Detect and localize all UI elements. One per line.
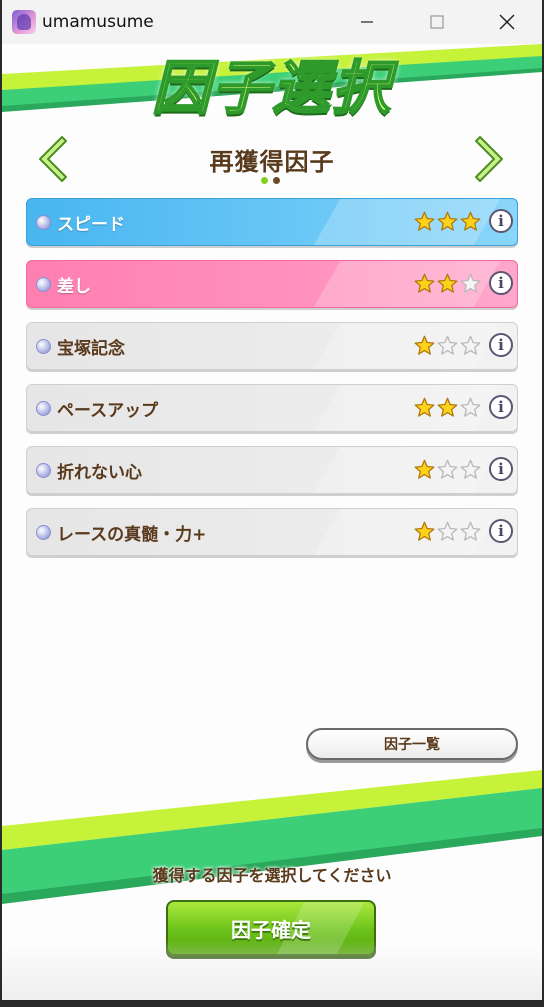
factor-bullet-icon xyxy=(36,462,51,478)
star-filled-icon xyxy=(437,211,458,232)
info-icon[interactable]: i xyxy=(489,395,513,419)
info-icon[interactable]: i xyxy=(489,519,513,543)
factor-row[interactable]: 宝塚記念 i xyxy=(26,322,518,370)
footer-stripes xyxy=(2,770,542,904)
info-icon[interactable]: i xyxy=(489,271,513,295)
star-empty-icon xyxy=(460,273,481,294)
section-subtitle: 再獲得因子 xyxy=(209,148,335,176)
info-icon[interactable]: i xyxy=(489,333,513,357)
bottom-fade xyxy=(2,940,542,1000)
star-filled-icon xyxy=(437,397,458,418)
factor-star-rating xyxy=(414,211,481,232)
factor-bullet-icon xyxy=(36,276,51,292)
factor-row[interactable]: ペースアップ i xyxy=(26,384,518,432)
next-page-arrow[interactable] xyxy=(474,134,508,184)
page-dot-active xyxy=(261,177,268,184)
factor-list-button[interactable]: 因子一覧 xyxy=(306,728,518,760)
factor-label: 折れない心 xyxy=(57,462,142,483)
confirm-button-label: 因子確定 xyxy=(231,917,311,942)
factor-bullet-icon xyxy=(36,214,51,230)
prev-page-arrow[interactable] xyxy=(34,134,68,184)
minimize-button[interactable] xyxy=(332,0,402,44)
star-empty-icon xyxy=(437,335,458,356)
window-title: umamusume xyxy=(42,12,154,32)
factor-list: スピード i 差し i 宝塚記念 i ペースアップ i 折れない心 i レースの真髄・力+ i xyxy=(26,198,518,570)
star-filled-icon xyxy=(414,335,435,356)
star-filled-icon xyxy=(414,459,435,480)
star-empty-icon xyxy=(437,521,458,542)
info-icon[interactable]: i xyxy=(489,457,513,481)
star-filled-icon xyxy=(437,273,458,294)
factor-star-rating xyxy=(414,335,481,356)
star-empty-icon xyxy=(460,397,481,418)
info-icon[interactable]: i xyxy=(489,209,513,233)
factor-label: スピード xyxy=(57,214,125,235)
factor-star-rating xyxy=(414,397,481,418)
factor-label: 宝塚記念 xyxy=(57,338,125,359)
factor-bullet-icon xyxy=(36,524,51,540)
factor-row[interactable]: 差し i xyxy=(26,260,518,308)
factor-row[interactable]: レースの真髄・力+ i xyxy=(26,508,518,556)
factor-row[interactable]: 折れない心 i xyxy=(26,446,518,494)
close-icon xyxy=(499,14,515,30)
factor-row[interactable]: スピード i xyxy=(26,198,518,246)
factor-star-rating xyxy=(414,273,481,294)
page-indicator xyxy=(261,177,280,184)
game-window: umamusume 因子選択 再獲得因子 スピード i 差し i 宝塚記念 i ペースアップ… xyxy=(2,0,542,1000)
star-filled-icon xyxy=(414,211,435,232)
star-filled-icon xyxy=(414,397,435,418)
factor-label: ペースアップ xyxy=(57,400,159,421)
title-bar: umamusume xyxy=(2,0,542,44)
star-empty-icon xyxy=(460,335,481,356)
selection-prompt: 獲得する因子を選択してください xyxy=(152,866,392,885)
star-empty-icon xyxy=(437,459,458,480)
page-dot xyxy=(273,177,280,184)
star-filled-icon xyxy=(460,211,481,232)
star-empty-icon xyxy=(460,459,481,480)
maximize-button[interactable] xyxy=(402,0,472,44)
star-filled-icon xyxy=(414,273,435,294)
factor-label: レースの真髄・力+ xyxy=(57,524,207,545)
star-empty-icon xyxy=(460,521,481,542)
close-button[interactable] xyxy=(472,0,542,44)
minimize-icon xyxy=(361,21,373,23)
factor-bullet-icon xyxy=(36,338,51,354)
factor-star-rating xyxy=(414,521,481,542)
app-icon xyxy=(12,10,36,34)
star-filled-icon xyxy=(414,521,435,542)
factor-bullet-icon xyxy=(36,400,51,416)
factor-label: 差し xyxy=(57,276,91,297)
screen-title: 因子選択 xyxy=(151,53,392,123)
maximize-icon xyxy=(430,15,444,29)
factor-star-rating xyxy=(414,459,481,480)
